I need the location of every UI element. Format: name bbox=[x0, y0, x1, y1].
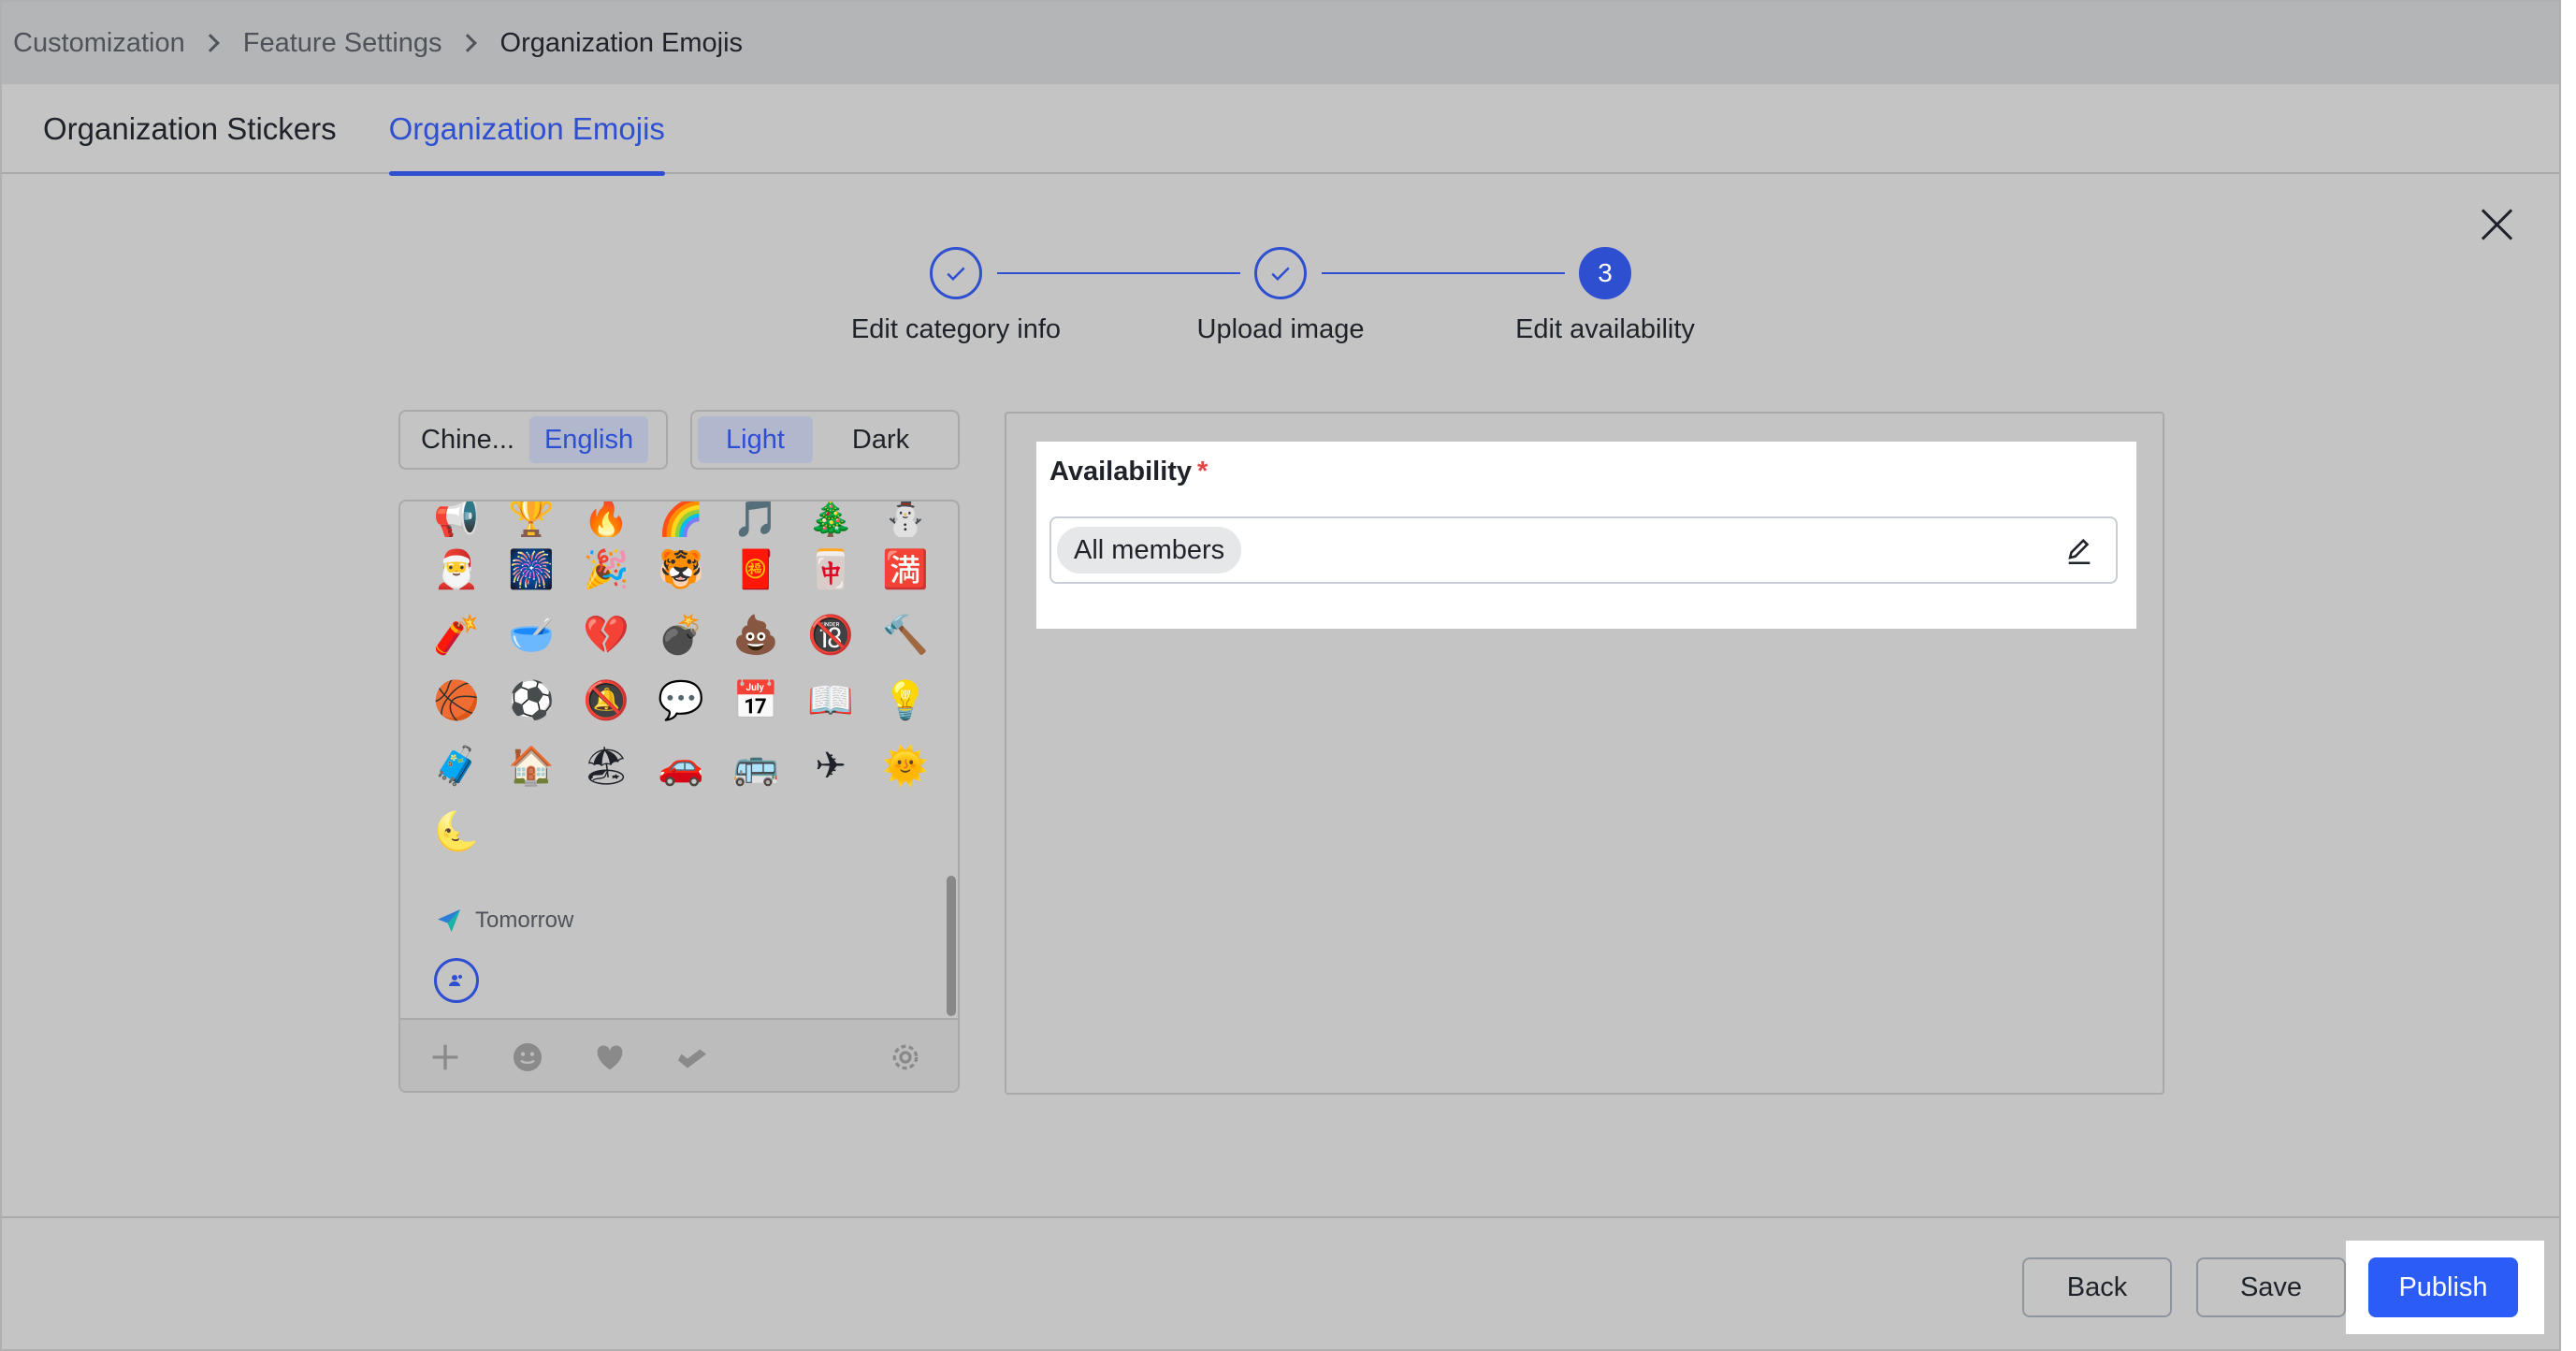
emoji-item[interactable]: 📅 bbox=[718, 682, 793, 719]
breadcrumb: Customization Feature Settings Organizat… bbox=[2, 2, 2559, 84]
emoji-item[interactable]: 🔞 bbox=[793, 617, 868, 654]
gear-icon[interactable] bbox=[887, 1039, 924, 1076]
paper-plane-icon bbox=[438, 909, 460, 932]
emoji-item[interactable]: 🀄 bbox=[793, 551, 868, 588]
emoji-item[interactable]: ⚽ bbox=[494, 682, 569, 719]
emoji-item[interactable]: 🚗 bbox=[644, 748, 718, 785]
emoji-item[interactable]: 💔 bbox=[569, 617, 644, 654]
emoji-preview-panel: 📢 🏆 🔥 🌈 🎵 🎄 ⛄ 🎅 🎆 🎉 🐯 🧧 🀄 🈵 🧨 🥣 💔 💣 💩 🔞 🔨 🏀 ⚽ 🔕 💬 📅 📖 💡 🧳 🏠 🏖 🚗 🚌 ✈ 🌞 🌜 Tom… bbox=[398, 500, 960, 1093]
emoji-item[interactable]: 🔥 bbox=[569, 501, 644, 537]
step-3-label: Edit availability bbox=[1515, 314, 1695, 344]
language-option-chinese[interactable]: Chine... bbox=[406, 416, 529, 463]
emoji-item[interactable]: 🎆 bbox=[494, 551, 569, 588]
breadcrumb-customization[interactable]: Customization bbox=[13, 28, 185, 59]
breadcrumb-organization-emojis: Organization Emojis bbox=[499, 27, 744, 58]
theme-option-dark[interactable]: Dark bbox=[813, 416, 948, 463]
tomorrow-row: Tomorrow bbox=[434, 906, 573, 936]
publish-button[interactable]: Publish bbox=[2368, 1257, 2518, 1317]
breadcrumb-feature-settings[interactable]: Feature Settings bbox=[243, 28, 442, 59]
theme-toggle: Light Dark bbox=[690, 410, 960, 470]
emoji-item[interactable]: 💬 bbox=[644, 682, 718, 719]
heart-icon[interactable] bbox=[591, 1039, 629, 1076]
emoji-item[interactable]: 🥣 bbox=[494, 617, 569, 654]
step-1-check-icon bbox=[930, 247, 982, 299]
back-button[interactable]: Back bbox=[2022, 1257, 2172, 1317]
language-toggle: Chine... English bbox=[398, 410, 668, 470]
emoji-item[interactable]: 🎉 bbox=[569, 551, 644, 588]
emoji-item[interactable]: 🏀 bbox=[419, 682, 494, 719]
step-2-check-icon bbox=[1254, 247, 1307, 299]
step-2-label: Upload image bbox=[1196, 314, 1365, 344]
availability-panel: Availability * All members bbox=[1005, 412, 2164, 1095]
save-button[interactable]: Save bbox=[2196, 1257, 2346, 1317]
member-tag: All members bbox=[1057, 527, 1242, 574]
required-mark: * bbox=[1197, 457, 1208, 487]
emoji-item[interactable]: 📢 bbox=[419, 501, 494, 537]
emoji-item[interactable]: 🏆 bbox=[494, 501, 569, 537]
emoji-row: 📢 🏆 🔥 🌈 🎵 🎄 ⛄ bbox=[419, 501, 943, 537]
emoji-item[interactable]: 🔕 bbox=[569, 682, 644, 719]
emoji-item[interactable]: 🌈 bbox=[644, 501, 718, 537]
emoji-item[interactable]: ⛄ bbox=[868, 501, 943, 537]
footer-divider bbox=[2, 1216, 2559, 1218]
emoji-item[interactable]: 🧧 bbox=[718, 551, 793, 588]
availability-member-field[interactable]: All members bbox=[1049, 516, 2118, 584]
close-icon[interactable] bbox=[2481, 208, 2514, 241]
smiley-icon[interactable] bbox=[509, 1039, 546, 1076]
members-icon[interactable] bbox=[434, 958, 479, 1003]
availability-title: Availability * bbox=[1049, 457, 2123, 487]
plus-icon[interactable] bbox=[427, 1039, 464, 1076]
emoji-item[interactable]: 🎄 bbox=[793, 501, 868, 537]
step-connector bbox=[1322, 272, 1565, 274]
emoji-item[interactable]: 💩 bbox=[718, 617, 793, 654]
emoji-row: 🧨 🥣 💔 💣 💩 🔞 🔨 bbox=[419, 603, 943, 668]
app-frame: Customization Feature Settings Organizat… bbox=[0, 0, 2561, 1351]
emoji-item[interactable]: 🌞 bbox=[868, 748, 943, 785]
emoji-item[interactable]: 🎵 bbox=[718, 501, 793, 537]
emoji-item[interactable]: 💡 bbox=[868, 682, 943, 719]
handshake-icon[interactable] bbox=[673, 1039, 711, 1076]
emoji-item[interactable]: 🐯 bbox=[644, 551, 718, 588]
availability-card: Availability * All members bbox=[1036, 442, 2136, 629]
tab-organization-stickers[interactable]: Organization Stickers bbox=[43, 84, 337, 174]
theme-option-light[interactable]: Light bbox=[698, 416, 813, 463]
emoji-item[interactable]: 🏖 bbox=[569, 748, 644, 785]
emoji-item[interactable]: 🧨 bbox=[419, 617, 494, 654]
emoji-row: 🎅 🎆 🎉 🐯 🧧 🀄 🈵 bbox=[419, 537, 943, 603]
tomorrow-label: Tomorrow bbox=[475, 908, 574, 933]
emoji-row: 🏀 ⚽ 🔕 💬 📅 📖 💡 bbox=[419, 668, 943, 734]
emoji-row: 🧳 🏠 🏖 🚗 🚌 ✈ 🌞 bbox=[419, 734, 943, 799]
emoji-item[interactable]: 🚌 bbox=[718, 748, 793, 785]
language-option-english[interactable]: English bbox=[528, 416, 649, 463]
chevron-right-icon bbox=[457, 34, 477, 52]
emoji-row: 🌜 bbox=[419, 799, 943, 864]
step-3-number: 3 bbox=[1579, 247, 1631, 299]
chevron-right-icon bbox=[200, 34, 220, 52]
emoji-item[interactable]: 🎅 bbox=[419, 551, 494, 588]
availability-label: Availability bbox=[1049, 457, 1193, 487]
emoji-panel-footer bbox=[400, 1018, 958, 1091]
emoji-item[interactable]: ✈ bbox=[793, 748, 868, 785]
edit-icon[interactable] bbox=[2063, 535, 2095, 567]
emoji-item[interactable]: 🏠 bbox=[494, 748, 569, 785]
tab-bar: Organization Stickers Organization Emoji… bbox=[2, 84, 2559, 176]
step-connector bbox=[997, 272, 1240, 274]
emoji-item[interactable]: 🧳 bbox=[419, 748, 494, 785]
scrollbar[interactable] bbox=[947, 876, 956, 1016]
emoji-item[interactable]: 🌜 bbox=[419, 813, 494, 850]
emoji-item[interactable]: 🈵 bbox=[868, 551, 943, 588]
emoji-item[interactable]: 💣 bbox=[644, 617, 718, 654]
tab-organization-emojis[interactable]: Organization Emojis bbox=[388, 84, 666, 176]
emoji-item[interactable]: 📖 bbox=[793, 682, 868, 719]
step-1-label: Edit category info bbox=[850, 314, 1062, 344]
emoji-grid: 📢 🏆 🔥 🌈 🎵 🎄 ⛄ 🎅 🎆 🎉 🐯 🧧 🀄 🈵 🧨 🥣 💔 💣 💩 🔞 🔨 🏀 ⚽ 🔕 💬 📅 📖 💡 🧳 🏠 🏖 🚗 🚌 ✈ 🌞 🌜 bbox=[419, 501, 943, 864]
emoji-item[interactable]: 🔨 bbox=[868, 617, 943, 654]
